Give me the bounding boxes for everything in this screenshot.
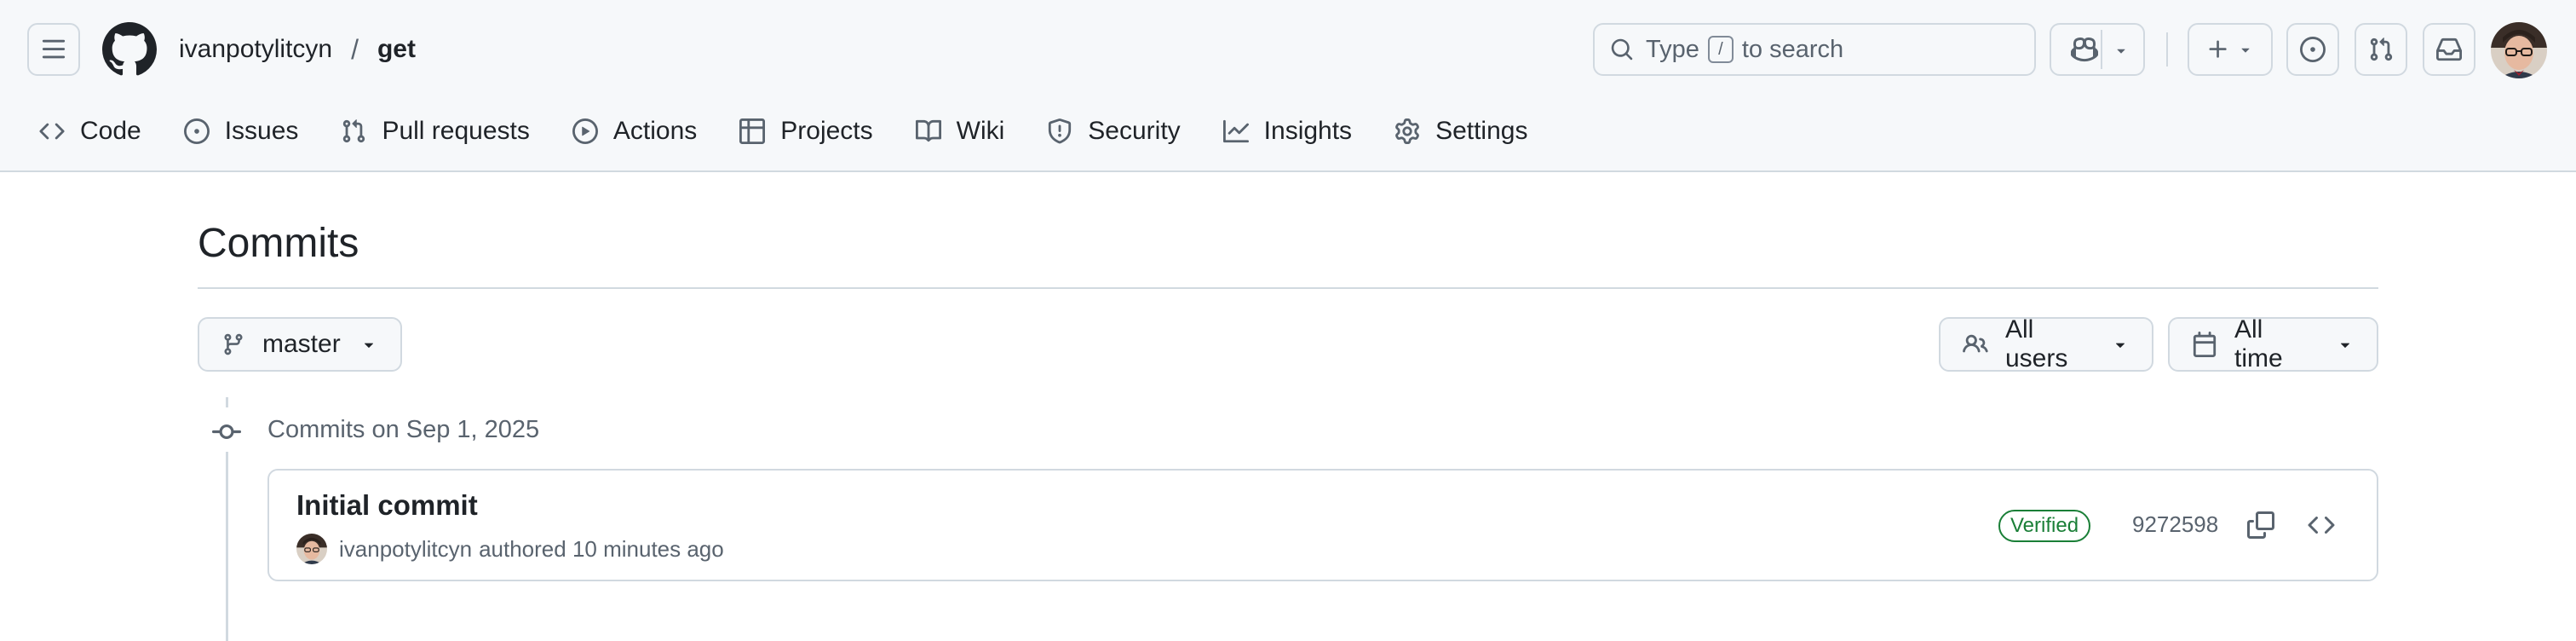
github-logo-icon[interactable] [102,22,157,77]
tab-label: Settings [1435,117,1528,145]
menu-button[interactable] [27,23,80,76]
commit-time: authored 10 minutes ago [479,535,724,562]
search-input[interactable]: Type / to search [1593,23,2036,76]
user-avatar[interactable] [2491,22,2547,78]
tab-pull-requests[interactable]: Pull requests [327,109,543,153]
create-new-button[interactable] [2188,23,2273,76]
search-placeholder-suffix: to search [1741,35,1844,63]
header-divider [2166,32,2168,66]
tab-insights[interactable]: Insights [1210,109,1366,153]
tab-label: Security [1088,117,1181,145]
users-filter-button[interactable]: All users [1939,315,2153,372]
tab-issues[interactable]: Issues [170,109,313,153]
play-icon [572,118,598,144]
table-icon [739,118,766,144]
tab-label: Projects [780,117,873,145]
search-placeholder-prefix: Type [1646,35,1699,63]
caret-down-icon [2336,335,2355,354]
caret-down-icon [359,335,378,354]
book-icon [915,118,941,144]
breadcrumb-separator: / [351,33,359,65]
tab-label: Wiki [956,117,1005,145]
chevron-down-icon[interactable] [2113,42,2130,59]
breadcrumb-repo-link[interactable]: get [377,35,416,64]
calendar-icon [2192,332,2217,357]
commit-sha-link[interactable]: 9272598 [2132,511,2218,538]
repo-nav: Code Issues Pull requests Actions Projec… [26,109,1556,153]
issue-opened-icon [183,118,210,144]
time-filter-button[interactable]: All time [2168,315,2378,372]
graph-icon [1222,118,1249,144]
breadcrumb-owner-link[interactable]: ivanpotylitcyn [179,35,332,64]
copy-icon [2247,511,2274,539]
tab-wiki[interactable]: Wiki [902,109,1019,153]
branch-select-button[interactable]: master [198,317,402,372]
copilot-icon [2071,36,2098,63]
gear-icon [1394,118,1420,144]
inbox-icon [2436,37,2462,62]
commit-group-date: Commits on Sep 1, 2025 [267,416,540,443]
git-commit-icon [212,418,241,447]
search-icon [1610,38,1634,61]
page-title: Commits [198,221,359,266]
author-link[interactable]: ivanpotylitcyn [339,536,472,563]
git-pull-request-icon [2368,37,2394,62]
tab-label: Actions [612,117,698,145]
commit-title-link[interactable]: Initial commit [296,489,478,522]
pull-requests-button[interactable] [2355,23,2407,76]
git-pull-request-icon [341,118,366,144]
app-header: ivanpotylitcyn / get Type / to search Co… [0,0,2576,172]
author-avatar[interactable] [296,534,327,564]
commit-row: Initial commit ivanpotylitcyn authored 1… [267,469,2378,581]
issue-opened-icon [2300,37,2326,62]
tab-actions[interactable]: Actions [559,109,710,153]
caret-down-icon [2111,335,2130,354]
browse-repo-at-commit-button[interactable] [2304,508,2338,542]
tab-settings[interactable]: Settings [1381,109,1541,153]
timeline-line [226,452,228,641]
issues-button[interactable] [2286,23,2339,76]
shield-icon [1047,118,1072,144]
users-filter-label: All users [2005,315,2068,372]
branch-name: master [262,330,341,358]
code-icon [2308,511,2335,539]
tab-security[interactable]: Security [1033,109,1193,153]
tab-code[interactable]: Code [26,109,155,153]
copilot-button-divider [2101,30,2102,69]
chevron-down-icon [2237,41,2254,58]
git-branch-icon [221,332,245,356]
inbox-button[interactable] [2423,23,2475,76]
tab-projects[interactable]: Projects [726,109,886,153]
verified-badge[interactable]: Verified [1998,510,2091,542]
timeline-line [226,397,228,407]
tab-label: Issues [224,117,299,145]
tab-label: Code [80,117,141,145]
search-shortcut-key: / [1707,36,1734,63]
copilot-button[interactable] [2050,23,2145,76]
tab-label: Insights [1263,117,1353,145]
copy-sha-button[interactable] [2244,508,2278,542]
code-icon [39,118,65,144]
tab-label: Pull requests [382,117,530,145]
title-divider [198,287,2378,289]
hamburger-icon [41,37,66,62]
time-filter-label: All time [2234,315,2283,372]
commit-meta: ivanpotylitcyn authored 10 minutes ago [296,534,724,564]
people-icon [1963,332,1988,357]
plus-icon [2206,38,2230,61]
breadcrumb: ivanpotylitcyn / get [179,31,416,68]
